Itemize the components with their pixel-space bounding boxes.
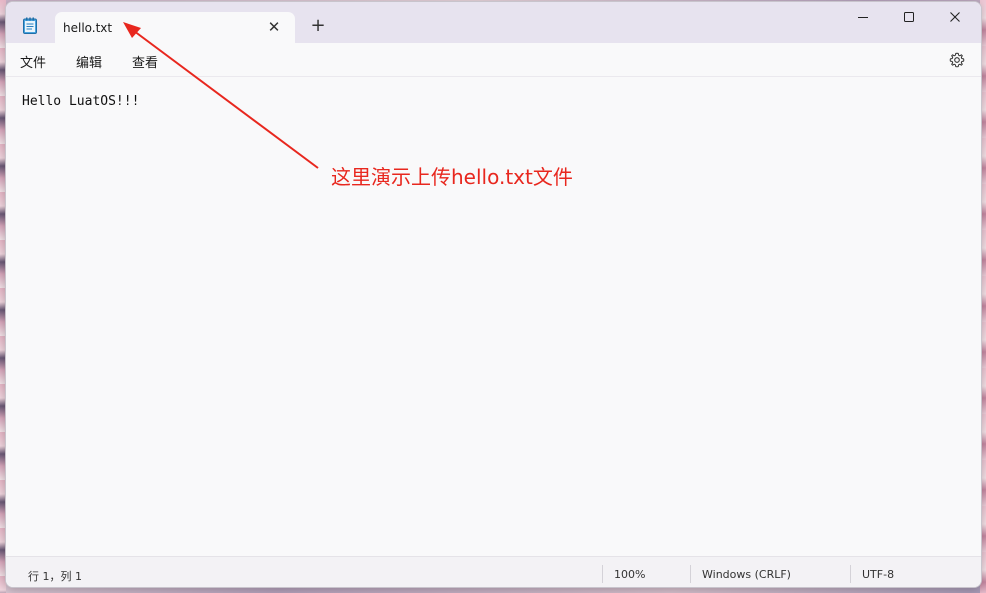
minimize-button[interactable] [840,2,886,32]
status-encoding[interactable]: UTF-8 [862,568,894,581]
status-zoom[interactable]: 100% [614,568,645,581]
new-tab-button[interactable]: + [309,17,327,35]
status-cursor-position: 行 1，列 1 [28,570,82,583]
menu-file[interactable]: 文件 [20,52,46,71]
tab-hello-txt[interactable]: hello.txt ✕ [55,12,295,43]
menu-edit[interactable]: 编辑 [76,52,102,71]
status-separator [690,565,691,583]
gear-icon [949,52,965,68]
title-bar[interactable]: hello.txt ✕ + [6,2,981,43]
notepad-window: hello.txt ✕ + 文件 编辑 查看 Hello LuatOS!!! 行… [5,1,982,588]
annotation-text: 这里演示上传hello.txt文件 [331,165,573,189]
text-editor-area[interactable]: Hello LuatOS!!! [6,77,981,555]
notepad-icon [23,17,37,34]
maximize-icon [904,12,914,22]
settings-button[interactable] [947,50,967,70]
menu-bar: 文件 编辑 查看 [6,43,981,77]
status-line-ending[interactable]: Windows (CRLF) [702,568,791,581]
close-icon [950,12,960,22]
minimize-icon [858,17,868,18]
maximize-button[interactable] [886,2,932,32]
menu-view[interactable]: 查看 [132,52,158,71]
editor-content[interactable]: Hello LuatOS!!! [22,94,139,109]
status-bar: 行 1，列 1 100% Windows (CRLF) UTF-8 [6,556,981,587]
status-separator [602,565,603,583]
close-window-button[interactable] [932,2,978,32]
tab-title: hello.txt [63,21,113,35]
status-separator [850,565,851,583]
close-tab-icon[interactable]: ✕ [265,18,283,36]
